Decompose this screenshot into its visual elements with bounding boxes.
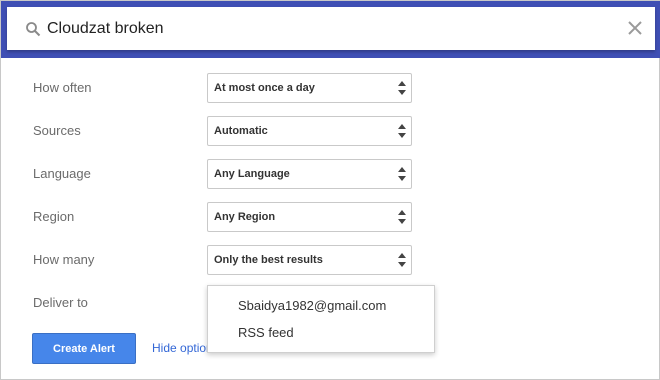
sources-value: Automatic bbox=[214, 125, 268, 137]
select-arrows-icon bbox=[398, 81, 406, 95]
search-header bbox=[1, 1, 660, 58]
language-label: Language bbox=[33, 166, 91, 181]
option-row-sources: Sources Automatic bbox=[33, 116, 433, 146]
how-many-label: How many bbox=[33, 252, 95, 267]
region-label: Region bbox=[33, 209, 75, 224]
how-many-select[interactable]: Only the best results bbox=[207, 245, 412, 275]
region-value: Any Region bbox=[214, 211, 276, 223]
close-icon[interactable] bbox=[625, 18, 645, 38]
how-often-value: At most once a day bbox=[214, 82, 315, 94]
search-box[interactable] bbox=[7, 7, 655, 50]
create-alert-button[interactable]: Create Alert bbox=[32, 333, 136, 364]
sources-label: Sources bbox=[33, 123, 81, 138]
select-arrows-icon bbox=[398, 253, 406, 267]
option-row-region: Region Any Region bbox=[33, 202, 433, 232]
menu-item-rss-feed[interactable]: RSS feed bbox=[238, 325, 294, 340]
option-row-how-many: How many Only the best results bbox=[33, 245, 433, 275]
how-often-select[interactable]: At most once a day bbox=[207, 73, 412, 103]
option-row-language: Language Any Language bbox=[33, 159, 433, 189]
language-value: Any Language bbox=[214, 168, 290, 180]
deliver-to-dropdown-menu: Sbaidya1982@gmail.com RSS feed bbox=[207, 285, 435, 353]
option-row-how-often: How often At most once a day bbox=[33, 73, 433, 103]
search-icon bbox=[26, 22, 41, 37]
language-select[interactable]: Any Language bbox=[207, 159, 412, 189]
select-arrows-icon bbox=[398, 167, 406, 181]
how-many-value: Only the best results bbox=[214, 254, 323, 266]
select-arrows-icon bbox=[398, 124, 406, 138]
select-arrows-icon bbox=[398, 210, 406, 224]
how-often-label: How often bbox=[33, 80, 92, 95]
deliver-to-label: Deliver to bbox=[33, 295, 88, 310]
alert-options-panel: How often At most once a day Sources Aut… bbox=[0, 0, 660, 380]
search-input[interactable] bbox=[47, 16, 607, 42]
region-select[interactable]: Any Region bbox=[207, 202, 412, 232]
sources-select[interactable]: Automatic bbox=[207, 116, 412, 146]
menu-item-email[interactable]: Sbaidya1982@gmail.com bbox=[238, 298, 386, 313]
